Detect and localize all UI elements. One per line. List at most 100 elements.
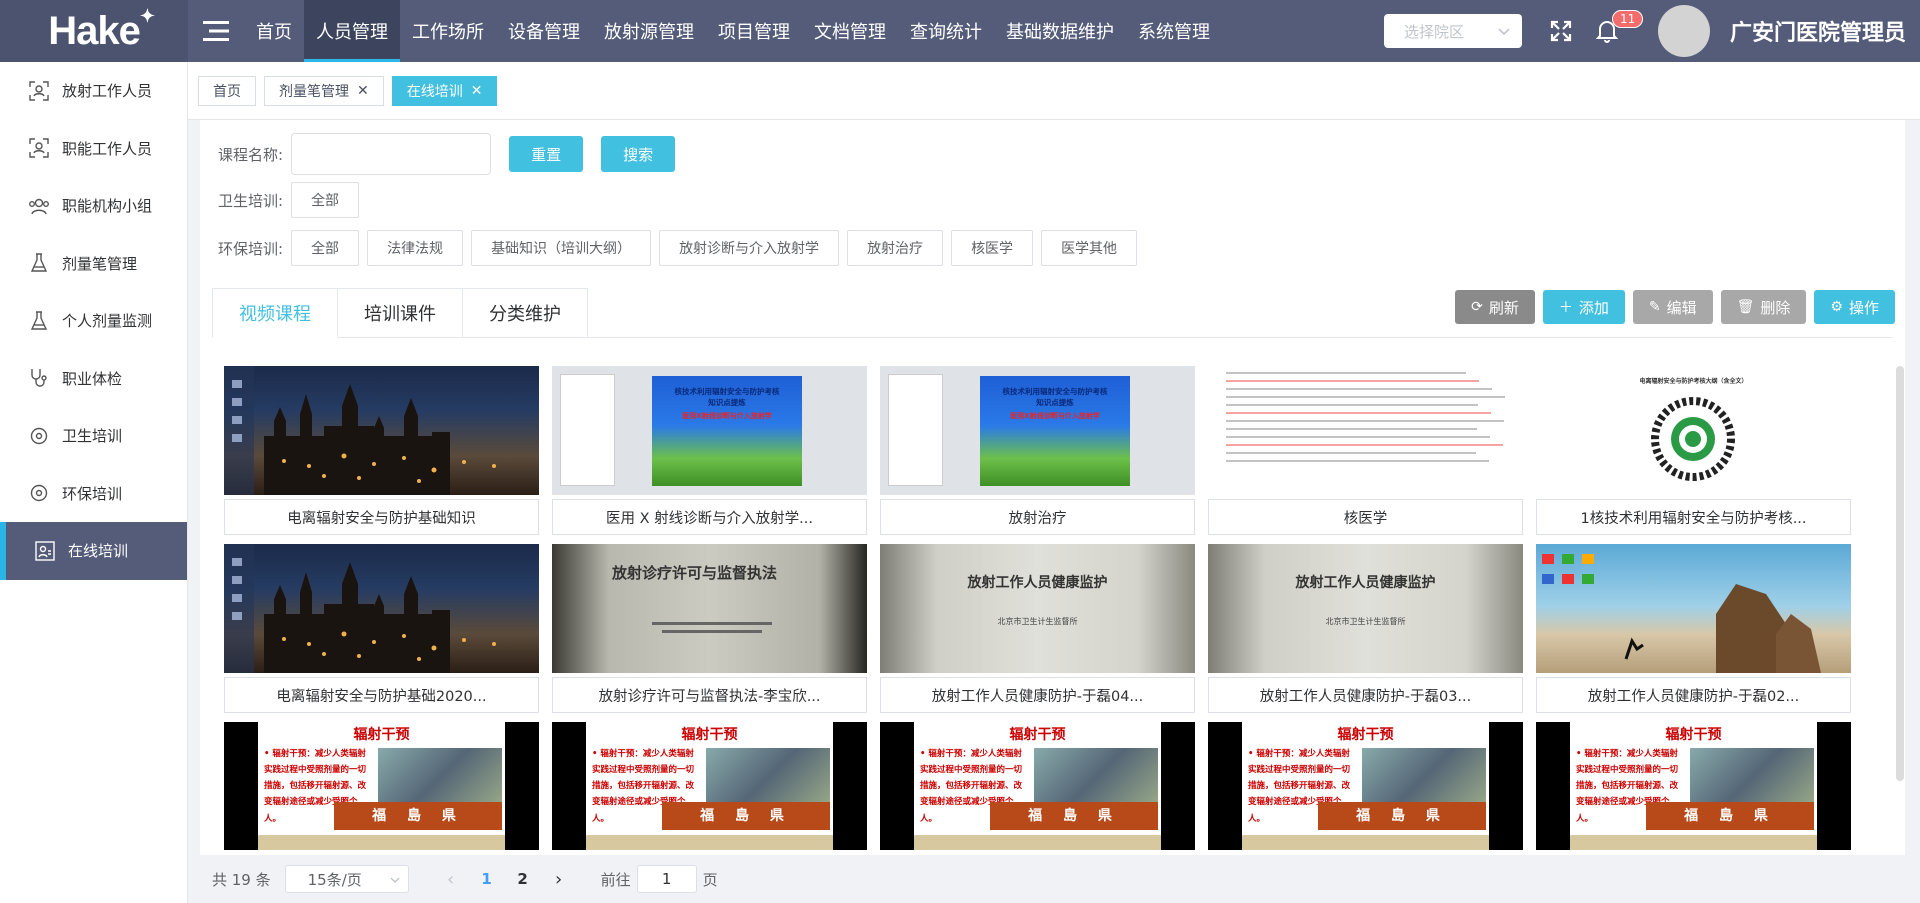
course-card[interactable]: 放射诊疗许可与监督执法放射诊疗许可与监督执法-李宝欣... <box>552 544 867 713</box>
sidebar-item-dosimeter[interactable]: 剂量笔管理 <box>0 235 187 293</box>
main-panel: 课程名称: 重置 搜索 卫生培训: 全部 环保培训: 全部 法律法规 基础知识（… <box>200 120 1905 855</box>
course-card[interactable]: 核技术利用辐射安全与防护考核 知识点提炼 医用X射线诊断与介入放射学医用 X 射线诊… <box>552 366 867 535</box>
page-1[interactable]: 1 <box>469 870 505 888</box>
goto-page-input[interactable]: 1 <box>636 865 697 893</box>
course-card[interactable]: 电离辐射安全与防护考核大纲（含全文） 1核技术利用辐射安全与防护考核... <box>1536 366 1851 535</box>
course-title[interactable]: 放射治疗 <box>880 499 1195 535</box>
course-card[interactable]: 辐射干预 • 辐射干预：减少人类辐射实践过程中受照剂量的一切措施，包括移开辐射源、… <box>224 722 539 850</box>
course-thumbnail[interactable]: 辐射干预 • 辐射干预：减少人类辐射实践过程中受照剂量的一切措施，包括移开辐射源、… <box>552 722 867 850</box>
env-filter-other[interactable]: 医学其他 <box>1041 230 1138 266</box>
env-filter-all[interactable]: 全部 <box>291 230 360 266</box>
course-card[interactable]: 核医学 <box>1208 366 1523 535</box>
avatar[interactable] <box>1657 5 1710 57</box>
health-filter-all[interactable]: 全部 <box>291 182 360 218</box>
tag-home[interactable]: 首页 <box>198 75 256 106</box>
env-filter-therapy[interactable]: 放射治疗 <box>847 230 944 266</box>
course-title[interactable]: 放射工作人员健康防护-于磊04... <box>880 677 1195 713</box>
tab-training-materials[interactable]: 培训课件 <box>338 288 463 338</box>
sidebar-item-functional-staff[interactable]: 职能工作人员 <box>0 120 187 178</box>
course-card[interactable]: 核技术利用辐射安全与防护考核 知识点提炼 医用X射线诊断与介入放射学放射治疗 <box>880 366 1195 535</box>
reset-button[interactable]: 重置 <box>509 136 584 172</box>
menu-item-system[interactable]: 系统管理 <box>1126 0 1222 62</box>
prev-page-icon[interactable]: ‹ <box>433 869 469 890</box>
page-2[interactable]: 2 <box>505 870 541 888</box>
edit-button[interactable]: ✎ 编辑 <box>1632 290 1713 324</box>
menu-item-equipment[interactable]: 设备管理 <box>496 0 592 62</box>
menu-item-personnel[interactable]: 人员管理 <box>304 0 400 62</box>
sidebar-item-physical-exam[interactable]: 职业体检 <box>0 350 187 408</box>
search-button[interactable]: 搜索 <box>601 136 676 172</box>
course-thumbnail[interactable]: 核技术利用辐射安全与防护考核 知识点提炼 医用X射线诊断与介入放射学 <box>880 366 1195 495</box>
menu-item-base-data[interactable]: 基础数据维护 <box>994 0 1126 62</box>
sidebar-item-health-training[interactable]: 卫生培训 <box>0 407 187 465</box>
operate-button[interactable]: ⚙ 操作 <box>1814 290 1895 324</box>
course-title[interactable]: 电离辐射安全与防护基础知识 <box>224 499 539 535</box>
course-thumbnail[interactable]: 辐射干预 • 辐射干预：减少人类辐射实践过程中受照剂量的一切措施，包括移开辐射源、… <box>224 722 539 850</box>
menu-item-radiation-source[interactable]: 放射源管理 <box>592 0 706 62</box>
course-thumbnail[interactable]: 核技术利用辐射安全与防护考核 知识点提炼 医用X射线诊断与介入放射学 <box>552 366 867 495</box>
course-card[interactable]: 电离辐射安全与防护基础知识 <box>224 366 539 535</box>
env-filter-basics[interactable]: 基础知识（培训大纲） <box>471 230 652 266</box>
course-title[interactable]: 电离辐射安全与防护基础2020... <box>224 677 539 713</box>
sidebar-item-online-training[interactable]: 在线培训 <box>0 522 187 580</box>
course-card[interactable]: 辐射干预 • 辐射干预：减少人类辐射实践过程中受照剂量的一切措施，包括移开辐射源、… <box>1536 722 1851 850</box>
course-thumbnail[interactable]: 电离辐射安全与防护考核大纲（含全文） <box>1536 366 1851 495</box>
course-title[interactable]: 放射工作人员健康防护-于磊03... <box>1208 677 1523 713</box>
refresh-button[interactable]: ⟳ 刷新 <box>1455 290 1535 324</box>
sidebar-item-dose-monitoring[interactable]: 个人剂量监测 <box>0 292 187 350</box>
sidebar-item-functional-groups[interactable]: 职能机构小组 <box>0 177 187 235</box>
delete-button[interactable]: 🗑 删除 <box>1720 290 1807 324</box>
hospital-select[interactable]: 选择院区 <box>1383 14 1522 48</box>
env-filter-nuclear[interactable]: 核医学 <box>951 230 1034 266</box>
course-thumbnail[interactable]: 放射工作人员健康监护 北京市卫生计生监督所 <box>1208 544 1523 673</box>
add-button[interactable]: ＋ 添加 <box>1542 290 1625 324</box>
tab-video-courses[interactable]: 视频课程 <box>212 288 338 338</box>
course-thumbnail[interactable]: 放射工作人员健康监护 北京市卫生计生监督所 <box>880 544 1195 673</box>
sidebar-item-radiation-staff[interactable]: 放射工作人员 <box>0 62 187 120</box>
menu-item-projects[interactable]: 项目管理 <box>706 0 802 62</box>
course-title[interactable]: 放射工作人员健康防护-于磊02... <box>1536 677 1851 713</box>
course-thumbnail[interactable]: 辐射干预 • 辐射干预：减少人类辐射实践过程中受照剂量的一切措施，包括移开辐射源、… <box>880 722 1195 850</box>
course-thumbnail[interactable] <box>224 366 539 495</box>
tag-label: 剂量笔管理 <box>279 83 349 100</box>
scrollbar[interactable] <box>1896 366 1904 781</box>
course-title[interactable]: 1核技术利用辐射安全与防护考核... <box>1536 499 1851 535</box>
course-card[interactable]: 辐射干预 • 辐射干预：减少人类辐射实践过程中受照剂量的一切措施，包括移开辐射源、… <box>1208 722 1523 850</box>
course-card[interactable]: 放射工作人员健康监护 北京市卫生计生监督所放射工作人员健康防护-于磊03... <box>1208 544 1523 713</box>
course-name-input[interactable] <box>291 133 492 175</box>
sidebar-item-env-training[interactable]: 环保培训 <box>0 465 187 523</box>
next-page-icon[interactable]: › <box>541 869 577 890</box>
course-thumbnail[interactable] <box>224 544 539 673</box>
close-icon[interactable]: ✕ <box>471 83 483 99</box>
course-thumbnail[interactable]: 辐射干预 • 辐射干预：减少人类辐射实践过程中受照剂量的一切措施，包括移开辐射源、… <box>1536 722 1851 850</box>
course-title[interactable]: 核医学 <box>1208 499 1523 535</box>
course-thumbnail[interactable] <box>1208 366 1523 495</box>
tag-online-training[interactable]: 在线培训 ✕ <box>391 75 498 106</box>
course-card[interactable]: 电离辐射安全与防护基础2020... <box>224 544 539 713</box>
sidebar: 放射工作人员 职能工作人员 职能机构小组 剂量笔管理 个人剂量监测 职业体检 卫… <box>0 62 188 903</box>
menu-item-home[interactable]: 首页 <box>244 0 304 62</box>
course-title[interactable]: 放射诊疗许可与监督执法-李宝欣... <box>552 677 867 713</box>
close-icon[interactable]: ✕ <box>357 83 369 99</box>
fullscreen-icon[interactable] <box>1544 14 1578 48</box>
app-logo[interactable]: Hake ✦ <box>0 0 188 62</box>
env-filter-diagnosis[interactable]: 放射诊断与介入放射学 <box>659 230 840 266</box>
menu-item-documents[interactable]: 文档管理 <box>802 0 898 62</box>
course-thumbnail[interactable]: 辐射干预 • 辐射干预：减少人类辐射实践过程中受照剂量的一切措施，包括移开辐射源、… <box>1208 722 1523 850</box>
course-title[interactable]: 医用 X 射线诊断与介入放射学... <box>552 499 867 535</box>
tab-category-maintenance[interactable]: 分类维护 <box>463 288 588 338</box>
page-size-select[interactable]: 15条/页 <box>284 865 409 893</box>
course-thumbnail[interactable] <box>1536 544 1851 673</box>
course-thumbnail[interactable]: 放射诊疗许可与监督执法 <box>552 544 867 673</box>
env-filter-laws[interactable]: 法律法规 <box>367 230 464 266</box>
course-card[interactable]: 辐射干预 • 辐射干预：减少人类辐射实践过程中受照剂量的一切措施，包括移开辐射源、… <box>880 722 1195 850</box>
course-card[interactable]: 放射工作人员健康监护 北京市卫生计生监督所放射工作人员健康防护-于磊04... <box>880 544 1195 713</box>
course-card[interactable]: 放射工作人员健康防护-于磊02... <box>1536 544 1851 713</box>
menu-item-statistics[interactable]: 查询统计 <box>898 0 994 62</box>
tag-dosimeter[interactable]: 剂量笔管理 ✕ <box>264 75 384 106</box>
menu-toggle-icon[interactable] <box>188 0 244 62</box>
username[interactable]: 广安门医院管理员 <box>1730 15 1906 47</box>
bell-icon[interactable]: 11 <box>1590 10 1644 48</box>
course-card[interactable]: 辐射干预 • 辐射干预：减少人类辐射实践过程中受照剂量的一切措施，包括移开辐射源、… <box>552 722 867 850</box>
menu-item-workplace[interactable]: 工作场所 <box>400 0 496 62</box>
